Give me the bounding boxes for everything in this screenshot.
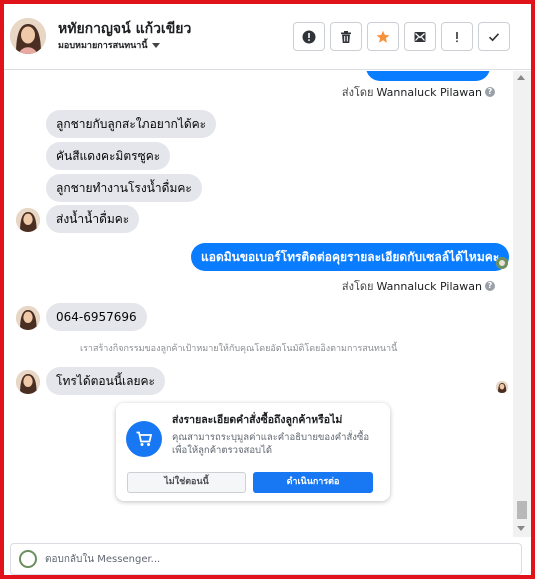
seen-avatar [496,257,508,269]
contact-avatar[interactable] [10,18,46,54]
seen-avatar [496,381,508,393]
assign-conversation-dropdown[interactable]: มอบหมายการสนทนานี้ [58,38,160,52]
envelope-icon [414,31,426,42]
incoming-message: โทรได้ตอนนี้เลยคะ [46,367,165,395]
mark-unread-button[interactable] [404,22,436,51]
cart-icon [126,421,162,457]
check-icon [488,32,500,41]
delete-button[interactable] [330,22,362,51]
scrollbar-track[interactable] [513,71,531,537]
caret-down-icon [151,42,160,48]
send-order-details-card: ส่งรายละเอียดคำสั่งซื้อถึงลูกค้าหรือไม่ … [116,403,390,501]
star-icon [376,30,390,43]
sender-name: Wannaluck Pilawan [376,85,483,99]
contact-avatar-small [16,370,40,394]
star-button[interactable] [367,22,399,51]
not-now-button[interactable]: ไม่ใช่ตอนนี้ [127,472,246,493]
scroll-up-arrow[interactable] [517,75,525,80]
contact-avatar-small [16,306,40,330]
continue-button[interactable]: ดำเนินการต่อ [253,472,373,493]
contact-avatar-small [16,208,40,232]
incoming-message-phone: 064-6957696 [46,303,147,331]
incoming-message: คันสีแดงคะมิตรซูคะ [46,142,171,170]
page-profile-icon[interactable] [19,550,37,568]
conversation-panel: หทัยกาญจน์ แก้วเขียว มอบหมายการสนทนานี้ [4,4,531,575]
incoming-message: ส่งน้ำน้ำดื่มคะ [46,205,140,233]
mark-done-button[interactable] [478,22,510,51]
report-spam-button[interactable] [293,22,325,51]
sender-name: Wannaluck Pilawan [376,279,483,293]
help-icon[interactable]: ? [485,87,495,97]
reply-composer [10,543,522,575]
trash-icon [341,30,351,43]
scrollbar-thumb[interactable] [517,501,527,519]
alert-circle-icon [302,30,316,43]
message-thread[interactable]: ส่งโดย Wannaluck Pilawan ? ลูกชายกับลูกส… [4,71,531,537]
card-description: คุณสามารถระบุมูลค่าและคำอธิบายของคำสั่งซ… [172,432,370,456]
scroll-down-arrow[interactable] [517,526,525,531]
contact-name: หทัยกาญจน์ แก้วเขียว [58,21,192,37]
conversation-toolbar [293,22,510,51]
sent-by-label: ส่งโดย Wannaluck Pilawan ? [342,83,495,101]
important-button[interactable] [441,22,473,51]
incoming-message: ลูกชายกับลูกสะใภอยากได้คะ [46,110,217,138]
exclamation-icon [456,31,458,42]
system-note: เราสร้างกิจกรรมของลูกค้าเป้าหมายให้กับคุ… [80,344,398,354]
card-title: ส่งรายละเอียดคำสั่งซื้อถึงลูกค้าหรือไม่ [172,414,343,426]
reply-input[interactable] [45,549,505,569]
help-icon[interactable]: ? [485,281,495,291]
outgoing-message-clipped [366,71,490,81]
sent-by-label: ส่งโดย Wannaluck Pilawan ? [342,277,495,295]
incoming-message: ลูกชายทำงานโรงน้ำดื่มคะ [46,174,202,202]
assign-label: มอบหมายการสนทนานี้ [58,41,148,51]
outgoing-message: แอดมินขอเบอร์โทรติดต่อคุยรายละเอียดกับเซ… [191,243,510,271]
conversation-header: หทัยกาญจน์ แก้วเขียว มอบหมายการสนทนานี้ [4,4,531,70]
